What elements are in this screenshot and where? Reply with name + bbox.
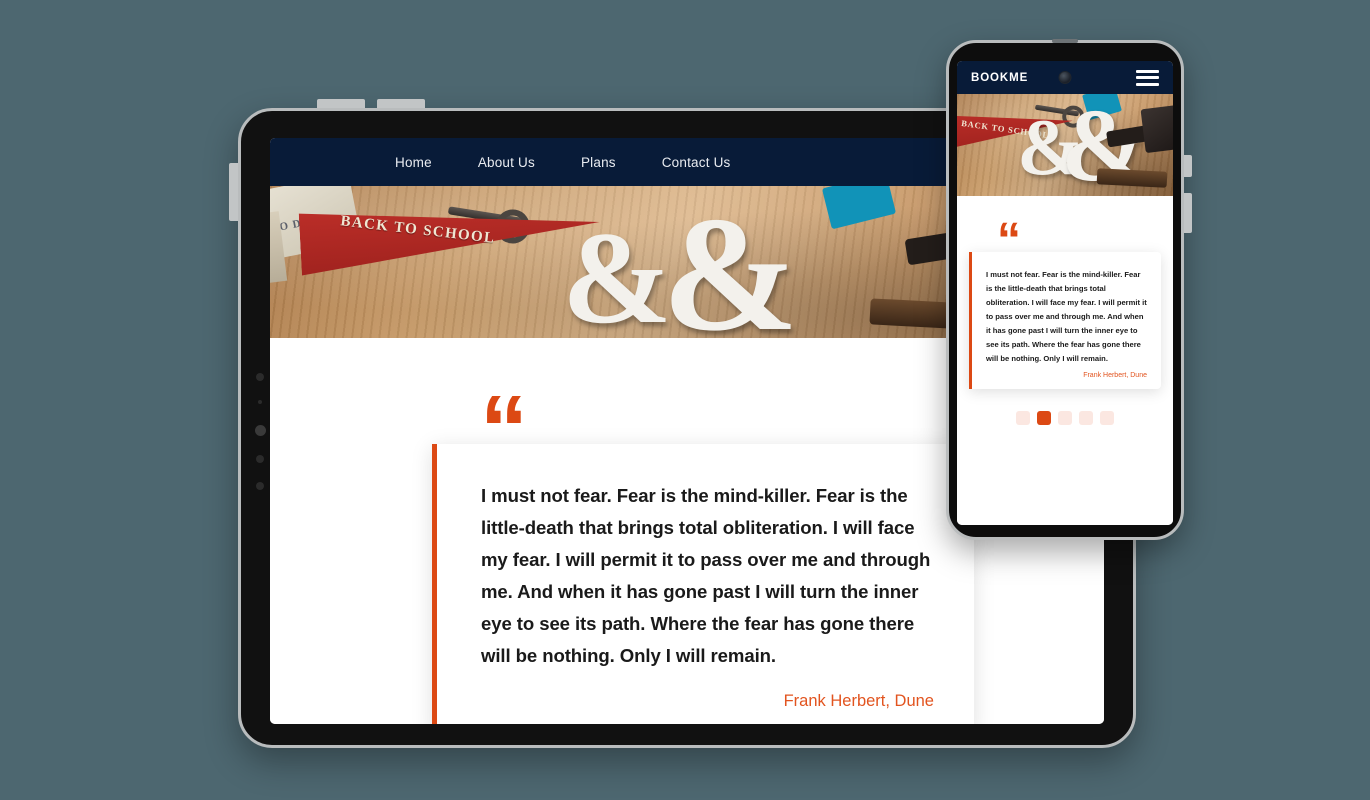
pagination-dot-5[interactable] bbox=[1100, 411, 1114, 426]
speaker-dot-icon bbox=[256, 373, 264, 381]
nav-item-about-us[interactable]: About Us bbox=[478, 155, 535, 170]
nav-item-contact-us[interactable]: Contact Us bbox=[662, 155, 731, 170]
mobile-hero-image: BACK TO SCHOOL & & bbox=[957, 94, 1173, 196]
hamburger-line bbox=[1136, 76, 1159, 79]
phone-volume-button[interactable] bbox=[1184, 193, 1192, 233]
mobile-carousel-pagination bbox=[969, 411, 1161, 426]
phone-earpiece-icon bbox=[1052, 39, 1078, 43]
tablet-bezel-sensors bbox=[254, 373, 266, 509]
quote-card-wrapper: “ I must not fear. Fear is the mind-kill… bbox=[432, 382, 974, 724]
pagination-dot-4[interactable] bbox=[1079, 411, 1093, 426]
phone-screen: BOOKME BACK TO SCHOOL & & “ I must not f… bbox=[957, 61, 1173, 525]
camera-object bbox=[1140, 102, 1173, 154]
phone-device-mockup: BOOKME BACK TO SCHOOL & & “ I must not f… bbox=[946, 39, 1192, 540]
quote-attribution: Frank Herbert, Dune bbox=[1083, 372, 1147, 380]
hamburger-line bbox=[1136, 69, 1159, 73]
speaker-dot-icon bbox=[256, 482, 264, 490]
mobile-testimonial-section: “ I must not fear. Fear is the mind-kill… bbox=[957, 196, 1173, 525]
phone-power-button[interactable] bbox=[1184, 155, 1192, 177]
pagination-dot-1[interactable] bbox=[1016, 411, 1030, 426]
quote-attribution: Frank Herbert, Dune bbox=[783, 691, 934, 710]
quote-mark-icon: “ bbox=[480, 376, 528, 483]
quote-text: I must not fear. Fear is the mind-killer… bbox=[481, 485, 931, 666]
quote-mark-icon: “ bbox=[997, 214, 1021, 267]
speaker-dot-icon bbox=[256, 455, 264, 463]
front-camera-icon bbox=[254, 425, 266, 436]
nav-item-home[interactable]: Home bbox=[395, 155, 432, 170]
ampersand-decoration: & bbox=[562, 204, 672, 338]
hamburger-line bbox=[1136, 82, 1159, 86]
tablet-power-button[interactable] bbox=[229, 163, 238, 221]
pagination-dot-3[interactable] bbox=[1058, 411, 1072, 426]
phone-front-camera-icon bbox=[1058, 71, 1072, 84]
nav-item-plans[interactable]: Plans bbox=[581, 155, 616, 170]
pagination-dot-2-active[interactable] bbox=[1037, 411, 1051, 426]
ampersand-decoration: & bbox=[662, 186, 799, 338]
hamburger-menu-icon[interactable] bbox=[1136, 69, 1159, 86]
tablet-volume-up-button[interactable] bbox=[317, 99, 365, 108]
quote-text: I must not fear. Fear is the mind-killer… bbox=[986, 270, 1147, 364]
mobile-navigation-bar: BOOKME bbox=[957, 61, 1173, 94]
site-logo[interactable]: BOOKME bbox=[971, 72, 1028, 84]
quote-card: I must not fear. Fear is the mind-killer… bbox=[432, 444, 974, 724]
sensor-dot-icon bbox=[258, 400, 262, 404]
tablet-volume-down-button[interactable] bbox=[377, 99, 425, 108]
mobile-quote-card: I must not fear. Fear is the mind-killer… bbox=[969, 252, 1161, 390]
